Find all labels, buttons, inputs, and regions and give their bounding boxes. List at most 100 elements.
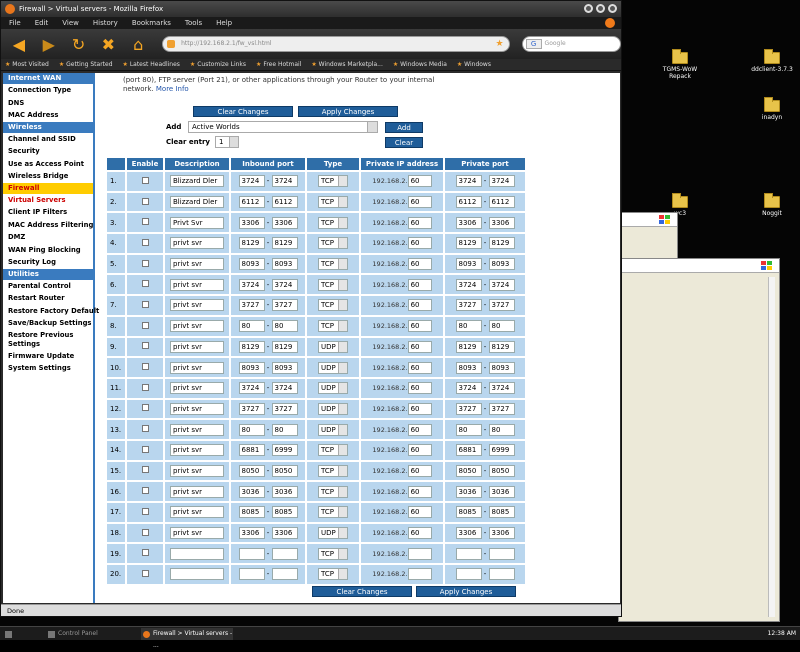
inbound-port-start-input[interactable]: 8085: [238, 506, 265, 519]
menu-help[interactable]: Help: [216, 17, 232, 29]
home-button[interactable]: ⌂: [126, 34, 150, 54]
sidebar-item[interactable]: MAC Address Filtering: [3, 219, 93, 232]
sidebar-item[interactable]: Client IP Filters: [3, 206, 93, 219]
inbound-port-end-input[interactable]: 3724: [271, 382, 298, 395]
inbound-port-end-input[interactable]: 8050: [271, 464, 298, 477]
enable-checkbox[interactable]: [141, 507, 149, 515]
minimize-button[interactable]: [584, 4, 593, 13]
private-port-start-input[interactable]: 3727: [455, 402, 482, 415]
private-port-end-input[interactable]: 8093: [488, 258, 515, 271]
inbound-port-end-input[interactable]: [271, 547, 298, 560]
menu-bookmarks[interactable]: Bookmarks: [132, 17, 171, 29]
inbound-port-start-input[interactable]: [238, 568, 265, 581]
protocol-select[interactable]: TCP: [318, 568, 348, 581]
desktop-icon-tgms[interactable]: TGMS-WoW Repack: [652, 49, 708, 80]
protocol-select[interactable]: TCP: [318, 485, 348, 498]
private-port-end-input[interactable]: 80: [488, 320, 515, 333]
inbound-port-end-input[interactable]: 3727: [271, 402, 298, 415]
description-input[interactable]: privt svr: [170, 299, 224, 312]
private-port-start-input[interactable]: 8085: [455, 506, 482, 519]
inbound-port-start-input[interactable]: 8093: [238, 361, 265, 374]
inbound-port-start-input[interactable]: 80: [238, 320, 265, 333]
ip-last-octet-input[interactable]: 60: [407, 444, 432, 457]
clear-changes-button-top[interactable]: Clear Changes: [193, 106, 293, 117]
inbound-port-end-input[interactable]: 80: [271, 423, 298, 436]
add-preset-select[interactable]: Active Worlds: [188, 121, 378, 133]
inbound-port-start-input[interactable]: 3306: [238, 216, 265, 229]
protocol-select[interactable]: UDP: [318, 527, 348, 540]
ip-last-octet-input[interactable]: 60: [407, 485, 432, 498]
private-port-end-input[interactable]: 8129: [488, 237, 515, 250]
bookmark-star-icon[interactable]: ★: [495, 37, 503, 51]
private-port-start-input[interactable]: 3306: [455, 527, 482, 540]
enable-checkbox[interactable]: [141, 363, 149, 371]
private-port-start-input[interactable]: 8129: [455, 237, 482, 250]
inbound-port-end-input[interactable]: [271, 568, 298, 581]
ip-last-octet-input[interactable]: 60: [407, 464, 432, 477]
bookmark-getting-started[interactable]: Getting Started: [59, 59, 112, 70]
description-input[interactable]: [170, 547, 224, 560]
enable-checkbox[interactable]: [141, 569, 149, 577]
ip-last-octet-input[interactable]: 60: [407, 506, 432, 519]
bookmark-windows-marketplace[interactable]: Windows Marketpla...: [311, 59, 383, 70]
private-port-end-input[interactable]: 6999: [488, 444, 515, 457]
private-port-end-input[interactable]: 3306: [488, 527, 515, 540]
enable-checkbox[interactable]: [141, 383, 149, 391]
enable-checkbox[interactable]: [141, 528, 149, 536]
background-window-2[interactable]: [618, 258, 780, 622]
private-port-end-input[interactable]: 3727: [488, 402, 515, 415]
protocol-select[interactable]: TCP: [318, 299, 348, 312]
description-input[interactable]: privt svr: [170, 444, 224, 457]
inbound-port-end-input[interactable]: 3036: [271, 485, 298, 498]
ip-last-octet-input[interactable]: 60: [407, 258, 432, 271]
private-port-start-input[interactable]: 3724: [455, 175, 482, 188]
inbound-port-start-input[interactable]: 3727: [238, 299, 265, 312]
private-port-start-input[interactable]: 80: [455, 320, 482, 333]
description-input[interactable]: privt svr: [170, 485, 224, 498]
protocol-select[interactable]: TCP: [318, 320, 348, 333]
description-input[interactable]: privt svr: [170, 361, 224, 374]
description-input[interactable]: Privt Svr: [170, 216, 224, 229]
description-input[interactable]: privt svr: [170, 527, 224, 540]
inbound-port-start-input[interactable]: 6881: [238, 444, 265, 457]
bookmark-windows[interactable]: Windows: [457, 59, 491, 70]
menu-file[interactable]: File: [9, 17, 21, 29]
inbound-port-end-input[interactable]: 3727: [271, 299, 298, 312]
sidebar-item[interactable]: Connection Type: [3, 84, 93, 97]
enable-checkbox[interactable]: [141, 404, 149, 412]
description-input[interactable]: privt svr: [170, 402, 224, 415]
protocol-select[interactable]: UDP: [318, 423, 348, 436]
description-input[interactable]: Blizzard Dler: [170, 196, 224, 209]
desktop-icon-ddclient[interactable]: ddclient-3.7.3: [744, 49, 800, 73]
enable-checkbox[interactable]: [141, 425, 149, 433]
description-input[interactable]: privt svr: [170, 506, 224, 519]
enable-checkbox[interactable]: [141, 259, 149, 267]
inbound-port-end-input[interactable]: 3724: [271, 175, 298, 188]
sidebar-item[interactable]: System Settings: [3, 362, 93, 375]
private-port-end-input[interactable]: 8129: [488, 340, 515, 353]
description-input[interactable]: Blizzard Dler: [170, 175, 224, 188]
private-port-start-input[interactable]: 3036: [455, 485, 482, 498]
inbound-port-start-input[interactable]: 80: [238, 423, 265, 436]
bookmark-customize-links[interactable]: Customize Links: [190, 59, 246, 70]
inbound-port-start-input[interactable]: 8129: [238, 340, 265, 353]
inbound-port-start-input[interactable]: 6112: [238, 196, 265, 209]
maximize-button[interactable]: [596, 4, 605, 13]
clear-button[interactable]: Clear: [385, 137, 423, 148]
enable-checkbox[interactable]: [141, 176, 149, 184]
private-port-end-input[interactable]: 3727: [488, 299, 515, 312]
ip-last-octet-input[interactable]: 60: [407, 423, 432, 436]
protocol-select[interactable]: TCP: [318, 258, 348, 271]
ip-last-octet-input[interactable]: 60: [407, 402, 432, 415]
protocol-select[interactable]: TCP: [318, 216, 348, 229]
inbound-port-end-input[interactable]: 3724: [271, 278, 298, 291]
bookmark-free-hotmail[interactable]: Free Hotmail: [256, 59, 301, 70]
ip-last-octet-input[interactable]: 60: [407, 278, 432, 291]
ip-last-octet-input[interactable]: [407, 547, 432, 560]
description-input[interactable]: privt svr: [170, 258, 224, 271]
description-input[interactable]: privt svr: [170, 382, 224, 395]
inbound-port-end-input[interactable]: 6999: [271, 444, 298, 457]
private-port-start-input[interactable]: 3724: [455, 278, 482, 291]
inbound-port-end-input[interactable]: 80: [271, 320, 298, 333]
private-port-start-input[interactable]: 8050: [455, 464, 482, 477]
